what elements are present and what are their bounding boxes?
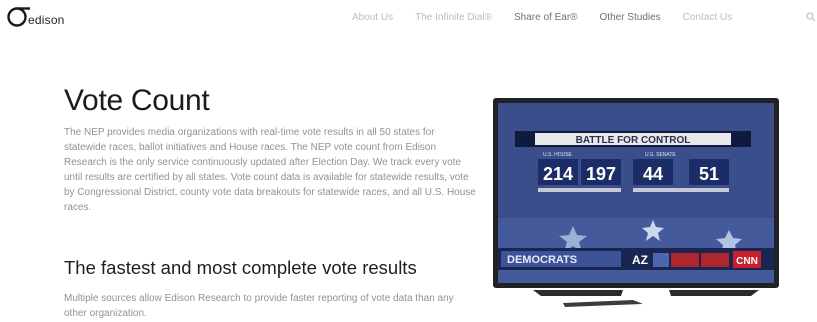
tv-screen-illustration: BATTLE FOR CONTROL U.S. HOUSE U.S. SENAT… (493, 98, 779, 307)
nav-other-studies[interactable]: Other Studies (600, 12, 661, 23)
tv-election-image: BATTLE FOR CONTROL U.S. HOUSE U.S. SENAT… (493, 98, 781, 315)
nav-about-us[interactable]: About Us (352, 12, 393, 23)
nav-share-of-ear[interactable]: Share of Ear® (514, 12, 578, 23)
section-paragraph: Multiple sources allow Edison Research t… (64, 293, 454, 319)
page-title: Vote Count (64, 84, 210, 117)
section-heading: The fastest and most complete vote resul… (64, 257, 417, 278)
nav-infinite-dial[interactable]: The Infinite Dial® (415, 12, 492, 23)
tv-number-2: 197 (586, 164, 616, 184)
tv-network-logo: CNN (736, 256, 758, 267)
logo-text: edison (28, 13, 65, 27)
main-nav: About Us The Infinite Dial® Share of Ear… (352, 12, 754, 23)
tv-number-4: 51 (699, 164, 719, 184)
tv-number-1: 214 (543, 164, 573, 184)
tv-senate-label: U.S. SENATE (645, 152, 676, 158)
nav-contact-us[interactable]: Contact Us (683, 12, 732, 23)
search-icon[interactable] (806, 9, 816, 27)
tv-state-label: AZ (632, 253, 648, 267)
tv-banner-text: BATTLE FOR CONTROL (576, 135, 691, 146)
tv-house-label: U.S. HOUSE (543, 152, 573, 158)
tv-bottom-label: DEMOCRATS (507, 254, 577, 266)
intro-paragraph: The NEP provides media organizations wit… (64, 127, 476, 213)
tv-number-3: 44 (643, 164, 663, 184)
edison-logo[interactable]: edison (6, 6, 65, 28)
